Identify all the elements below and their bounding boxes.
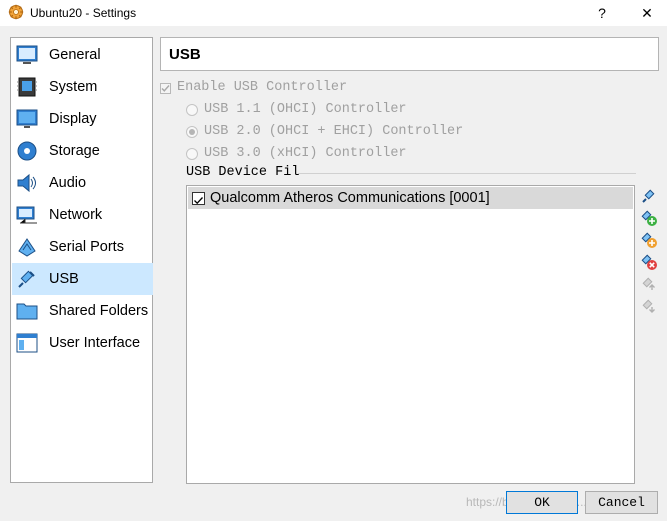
usb-icon [18, 270, 35, 288]
sidebar-item-label: Serial Ports [49, 239, 124, 255]
network-icon [16, 206, 37, 224]
move-filter-down-icon[interactable] [640, 297, 658, 315]
help-button[interactable]: ? [590, 2, 614, 24]
sidebar-item-label: Network [49, 207, 103, 223]
sidebar-item-label: User Interface [49, 335, 141, 351]
storage-icon [17, 141, 37, 161]
section-divider [298, 173, 636, 174]
list-item[interactable]: Qualcomm Atheros Communications [0001] [188, 187, 633, 209]
virtualbox-app-icon [8, 4, 24, 20]
display-icon [16, 109, 38, 128]
add-filter-icon[interactable] [640, 209, 658, 227]
user-interface-icon [16, 333, 38, 353]
sidebar-item-storage[interactable]: Storage [12, 135, 153, 167]
sidebar-item-user-interface[interactable]: User Interface [12, 327, 153, 359]
usb-device-filters-label: USB Device Fil [186, 165, 300, 180]
filter-name: Qualcomm Atheros Communications [0001] [210, 190, 490, 206]
sidebar-item-label: USB [49, 271, 79, 287]
cancel-button[interactable]: Cancel [585, 491, 658, 514]
sidebar-item-general[interactable]: General [12, 39, 153, 71]
window-title: Ubuntu20 - Settings [30, 6, 137, 20]
move-filter-up-icon[interactable] [640, 275, 658, 293]
sidebar-item-label: System [49, 79, 98, 95]
sidebar-item-network[interactable]: Network [12, 199, 153, 231]
checkmark-icon [161, 85, 170, 92]
settings-sidebar: General System Display Storage Audio Net… [10, 37, 153, 483]
usb-filter-list[interactable]: Qualcomm Atheros Communications [0001] [186, 185, 635, 484]
sidebar-item-label: Display [49, 111, 97, 127]
sidebar-item-label: General [49, 47, 101, 63]
ok-button[interactable]: OK [506, 491, 578, 514]
page-title: USB [169, 46, 201, 63]
page-header: USB [160, 37, 659, 71]
shared-folders-icon [16, 303, 38, 320]
enable-usb-label: Enable USB Controller [177, 80, 348, 95]
usb-2-0-label: USB 2.0 (OHCI + EHCI) Controller [204, 124, 464, 139]
sidebar-item-audio[interactable]: Audio [12, 167, 153, 199]
sidebar-item-label: Storage [49, 143, 100, 159]
system-icon [17, 77, 37, 97]
close-button[interactable]: ✕ [632, 2, 662, 24]
serial-ports-icon [18, 238, 36, 257]
usb-2-0-radio[interactable] [186, 126, 198, 138]
usb-filter-icon[interactable] [640, 187, 658, 205]
usb-1-1-radio[interactable] [186, 104, 198, 116]
sidebar-item-usb[interactable]: USB [12, 263, 153, 295]
add-filter-from-device-icon[interactable] [640, 231, 658, 249]
general-icon [16, 45, 38, 64]
checkmark-icon [194, 197, 203, 205]
audio-icon [17, 173, 36, 193]
remove-filter-icon[interactable] [640, 253, 658, 271]
enable-usb-checkbox[interactable] [160, 83, 171, 94]
sidebar-item-system[interactable]: System [12, 71, 153, 103]
filter-enabled-checkbox[interactable] [192, 192, 205, 205]
sidebar-item-display[interactable]: Display [12, 103, 153, 135]
usb-1-1-label: USB 1.1 (OHCI) Controller [204, 102, 407, 117]
usb-3-0-radio[interactable] [186, 148, 198, 160]
sidebar-item-serial-ports[interactable]: Serial Ports [12, 231, 153, 263]
sidebar-item-label: Audio [49, 175, 87, 191]
title-bar: Ubuntu20 - Settings ? ✕ [0, 0, 667, 26]
usb-3-0-label: USB 3.0 (xHCI) Controller [204, 146, 407, 161]
sidebar-item-shared-folders[interactable]: Shared Folders [12, 295, 153, 327]
sidebar-item-label: Shared Folders [49, 303, 149, 319]
